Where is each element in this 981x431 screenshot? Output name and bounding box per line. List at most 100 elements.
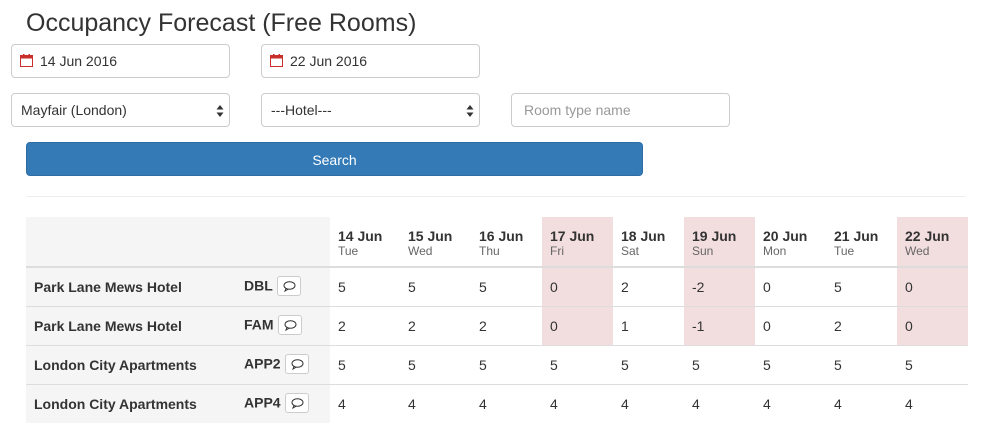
availability-cell: 5 xyxy=(826,266,897,306)
day-column-header: 17 Jun Fri xyxy=(542,217,613,268)
day-date: 21 Jun xyxy=(834,228,879,244)
table-row: London City Apartments APP2 5 5 5 5 5 5 5 5 5 xyxy=(26,344,968,384)
availability-cell: 5 xyxy=(400,344,471,384)
table-row: Park Lane Mews Hotel FAM 2 2 2 0 1 -1 0 2 0 xyxy=(26,305,968,345)
day-name: Fri xyxy=(550,244,564,258)
availability-cell: 1 xyxy=(613,305,684,345)
room-type-column-header xyxy=(236,217,330,268)
comment-icon xyxy=(291,397,304,409)
day-date: 22 Jun xyxy=(905,228,950,244)
calendar-icon[interactable] xyxy=(270,54,283,67)
availability-cell: 2 xyxy=(826,305,897,345)
comment-icon xyxy=(291,358,304,370)
availability-cell: 5 xyxy=(400,266,471,306)
room-type-cell: APP4 xyxy=(236,383,330,423)
availability-cell: 4 xyxy=(330,383,400,423)
day-name: Wed xyxy=(905,244,930,258)
day-name: Mon xyxy=(763,244,787,258)
day-date: 14 Jun xyxy=(338,228,383,244)
page-title: Occupancy Forecast (Free Rooms) xyxy=(26,9,417,37)
availability-cell: 5 xyxy=(471,344,542,384)
day-date: 19 Jun xyxy=(692,228,737,244)
availability-cell: 5 xyxy=(471,266,542,306)
availability-cell: -1 xyxy=(684,305,755,345)
availability-cell: -2 xyxy=(684,266,755,306)
availability-cell: 4 xyxy=(684,383,755,423)
calendar-icon[interactable] xyxy=(20,54,33,67)
comment-icon xyxy=(284,319,297,331)
day-date: 16 Jun xyxy=(479,228,524,244)
comment-button[interactable] xyxy=(284,353,309,374)
divider xyxy=(26,196,966,197)
location-select-value: Mayfair (London) xyxy=(21,102,127,118)
availability-cell: 5 xyxy=(684,344,755,384)
select-arrows-icon xyxy=(216,105,224,117)
availability-cell: 5 xyxy=(330,344,400,384)
availability-cell: 0 xyxy=(755,305,826,345)
day-name: Sun xyxy=(692,244,714,258)
day-column-header: 22 Jun Wed xyxy=(897,217,968,268)
day-column-header: 20 Jun Mon xyxy=(755,217,826,268)
availability-cell: 5 xyxy=(542,344,613,384)
comment-button[interactable] xyxy=(276,275,301,296)
day-name: Tue xyxy=(834,244,855,258)
day-column-header: 15 Jun Wed xyxy=(400,217,471,268)
availability-cell: 5 xyxy=(613,344,684,384)
room-type-cell: APP2 xyxy=(236,344,330,384)
availability-cell: 0 xyxy=(542,266,613,306)
day-column-header: 14 Jun Tue xyxy=(330,217,400,268)
day-date: 20 Jun xyxy=(763,228,808,244)
day-date: 18 Jun xyxy=(621,228,666,244)
hotel-select[interactable]: ---Hotel--- xyxy=(261,93,480,127)
table-row: London City Apartments APP4 4 4 4 4 4 4 4 4 4 xyxy=(26,383,968,423)
availability-cell: 0 xyxy=(897,305,968,345)
room-type-input[interactable] xyxy=(511,93,730,127)
room-type-cell: FAM xyxy=(236,305,330,345)
day-name: Tue xyxy=(338,244,359,258)
availability-cell: 4 xyxy=(613,383,684,423)
hotel-name: London City Apartments xyxy=(26,383,236,423)
availability-cell: 5 xyxy=(826,344,897,384)
comment-button[interactable] xyxy=(277,314,302,335)
table-row: Park Lane Mews Hotel DBL 5 5 5 0 2 -2 0 5 0 xyxy=(26,266,968,306)
room-type-cell: DBL xyxy=(236,266,330,306)
day-name: Sat xyxy=(621,244,640,258)
availability-cell: 0 xyxy=(897,266,968,306)
comment-button[interactable] xyxy=(284,392,309,413)
hotel-select-value: ---Hotel--- xyxy=(271,102,332,118)
availability-cell: 4 xyxy=(755,383,826,423)
day-column-header: 16 Jun Thu xyxy=(471,217,542,268)
day-name: Wed xyxy=(408,244,433,258)
availability-cell: 5 xyxy=(897,344,968,384)
select-arrows-icon xyxy=(466,105,474,117)
availability-cell: 5 xyxy=(755,344,826,384)
availability-cell: 0 xyxy=(755,266,826,306)
availability-cell: 2 xyxy=(400,305,471,345)
availability-cell: 4 xyxy=(897,383,968,423)
search-button[interactable]: Search xyxy=(26,142,643,176)
day-column-header: 19 Jun Sun xyxy=(684,217,755,268)
availability-cell: 4 xyxy=(542,383,613,423)
day-date: 15 Jun xyxy=(408,228,453,244)
hotel-name: Park Lane Mews Hotel xyxy=(26,305,236,345)
date-to-value: 22 Jun 2016 xyxy=(290,53,368,69)
availability-cell: 4 xyxy=(826,383,897,423)
availability-cell: 4 xyxy=(471,383,542,423)
date-to-field[interactable]: 22 Jun 2016 xyxy=(261,44,480,78)
location-select[interactable]: Mayfair (London) xyxy=(11,93,230,127)
availability-cell: 2 xyxy=(613,266,684,306)
date-from-field[interactable]: 14 Jun 2016 xyxy=(11,44,230,78)
hotel-name: London City Apartments xyxy=(26,344,236,384)
room-type-code: APP2 xyxy=(244,355,281,372)
availability-cell: 2 xyxy=(330,305,400,345)
day-name: Thu xyxy=(479,244,500,258)
availability-cell: 4 xyxy=(400,383,471,423)
occupancy-table: 14 Jun Tue 15 Jun Wed 16 Jun Thu 17 Jun Fri 18 J… xyxy=(26,217,968,423)
comment-icon xyxy=(283,280,296,292)
table-header-row: 14 Jun Tue 15 Jun Wed 16 Jun Thu 17 Jun Fri 18 J… xyxy=(26,217,968,268)
availability-cell: 5 xyxy=(330,266,400,306)
room-type-code: FAM xyxy=(244,316,274,333)
day-column-header: 21 Jun Tue xyxy=(826,217,897,268)
day-date: 17 Jun xyxy=(550,228,595,244)
date-from-value: 14 Jun 2016 xyxy=(40,53,118,69)
